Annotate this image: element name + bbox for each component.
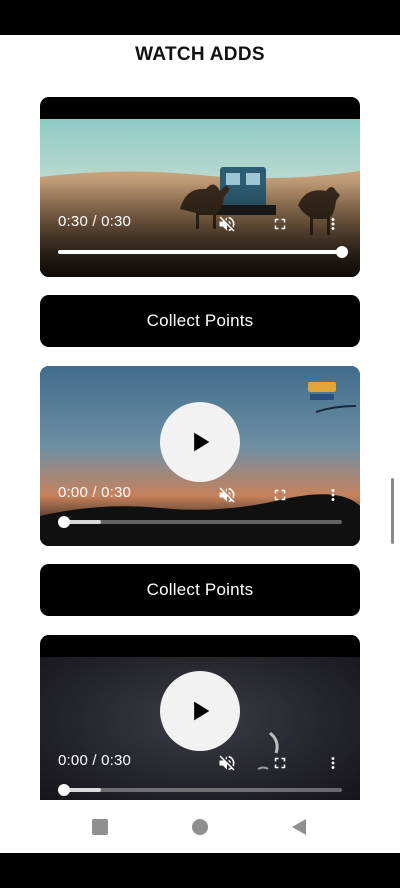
progress-thumb-1[interactable] [336,246,348,258]
navigation-bar [0,800,400,853]
fullscreen-icon [274,218,286,230]
collect-points-button-1[interactable]: Collect Points [40,295,360,347]
page-title: WATCH ADDS [135,44,265,65]
volume-off-icon [219,216,235,232]
status-bar [0,0,400,35]
video-player-1[interactable]: 0:30 / 0:30 [40,97,360,277]
more-options-button-1[interactable] [322,213,344,235]
more-vert-icon [331,757,335,769]
play-button-2[interactable] [160,402,240,482]
play-icon [194,432,210,452]
video-player-2[interactable]: 0:00 / 0:30 [40,366,360,546]
fullscreen-icon [274,757,286,769]
triangle-back-icon [292,819,306,835]
video-time-2: 0:00 / 0:30 [58,484,132,501]
back-button[interactable] [290,818,308,836]
progress-bar-3[interactable] [58,784,342,796]
volume-off-icon [219,755,235,771]
mute-button-1[interactable] [216,213,238,235]
fullscreen-button-3[interactable] [269,752,291,774]
play-button-3[interactable] [160,671,240,751]
play-icon [194,701,210,721]
scrollbar[interactable] [391,478,394,544]
progress-thumb-2[interactable] [58,516,70,528]
progress-bar-2[interactable] [58,516,342,528]
fullscreen-button-2[interactable] [269,484,291,506]
more-vert-icon [331,218,335,230]
volume-off-icon [219,487,235,503]
home-button[interactable] [191,818,209,836]
video-time-3: 0:00 / 0:30 [58,752,132,769]
fullscreen-icon [274,489,286,501]
progress-fill-1 [58,250,342,254]
progress-thumb-3[interactable] [58,784,70,796]
collect-points-button-2[interactable]: Collect Points [40,564,360,616]
circle-icon [192,819,208,835]
more-vert-icon [331,489,335,501]
scroll-content[interactable]: WATCH ADDS 0:30 / 0:30 Collect Points 0:… [0,35,400,800]
mute-button-2[interactable] [216,484,238,506]
recents-button[interactable] [91,818,109,836]
progress-bar-1[interactable] [58,246,348,258]
more-options-button-2[interactable] [322,484,344,506]
fullscreen-button-1[interactable] [269,213,291,235]
video-player-3[interactable]: 0:00 / 0:30 [40,635,360,800]
more-options-button-3[interactable] [322,752,344,774]
square-icon [92,819,108,835]
mute-button-3[interactable] [216,752,238,774]
bottom-bar [0,853,400,888]
video-time-1: 0:30 / 0:30 [58,213,132,230]
